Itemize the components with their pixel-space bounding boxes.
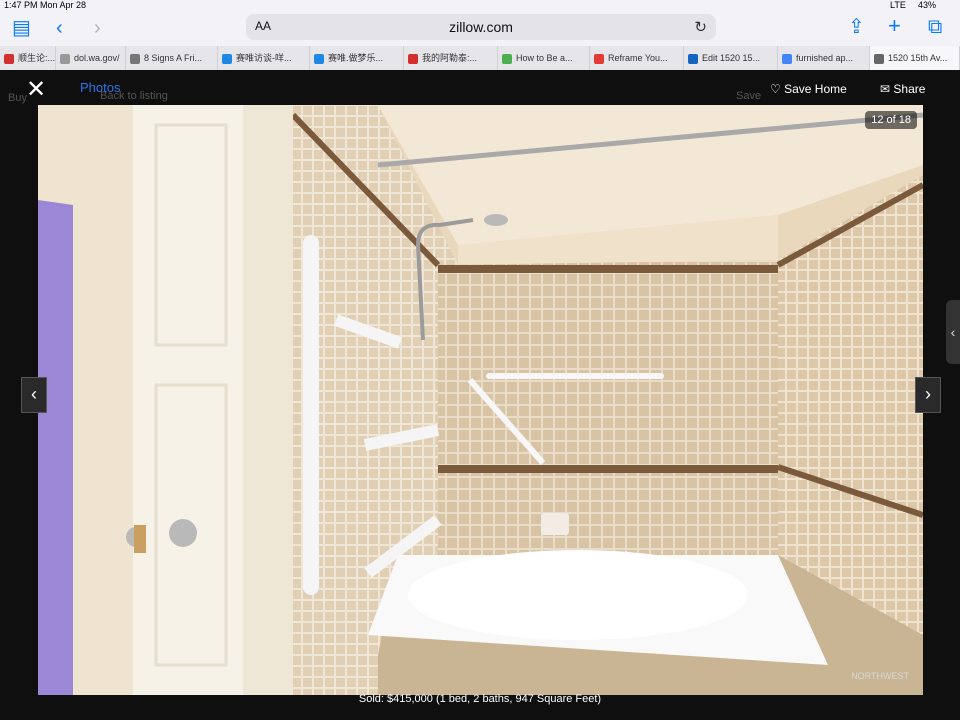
tab-item[interactable]: 赛唯.做梦乐...	[310, 46, 404, 70]
save-home-button[interactable]: ♡ Save Home	[770, 82, 847, 96]
tab-favicon-icon	[4, 53, 14, 64]
tab-favicon-icon	[314, 53, 324, 64]
photo-caption: Sold: $415,000 (1 bed, 2 baths, 947 Squa…	[358, 693, 602, 705]
tab-item[interactable]: 顺生论:...	[0, 46, 56, 70]
tab-item[interactable]: Edit 1520 15...	[684, 46, 778, 70]
listing-photo: 12 of 18 NORTHWEST	[38, 105, 923, 695]
status-battery: 43%	[918, 0, 937, 10]
tab-item[interactable]: dol.wa.gov/	[56, 46, 126, 70]
status-date: Mon Apr 28	[40, 0, 87, 10]
tab-favicon-icon	[222, 53, 232, 64]
tab-favicon-icon	[60, 53, 70, 64]
new-tab-icon[interactable]: +	[888, 15, 901, 37]
mls-watermark: NORTHWEST	[851, 671, 909, 681]
tabs-icon[interactable]: ⧉	[928, 17, 942, 37]
forward-icon: ›	[94, 17, 101, 39]
background-nav-text: Buy	[8, 92, 27, 104]
reload-icon[interactable]: ↻	[694, 18, 707, 36]
status-bar: 1:47 PM Mon Apr 28 LTE 43%	[0, 0, 960, 10]
photo-counter: 12 of 18	[865, 111, 917, 129]
tab-favicon-icon	[130, 53, 140, 64]
status-time: 1:47 PM	[4, 0, 38, 10]
back-icon[interactable]: ‹	[56, 18, 63, 38]
tab-item[interactable]: 我的阿勒泰:...	[404, 46, 498, 70]
tab-favicon-icon	[408, 53, 418, 64]
bathroom-photo-image	[38, 105, 923, 695]
tab-bar: 顺生论:... dol.wa.gov/ 8 Signs A Fri... 赛唯访…	[0, 46, 960, 71]
share-button[interactable]: ✉ Share	[880, 82, 925, 96]
tab-favicon-icon	[688, 53, 698, 64]
envelope-icon: ✉	[880, 82, 891, 96]
chevron-right-icon: ›	[925, 384, 931, 404]
chevron-left-icon: ‹	[31, 384, 37, 404]
tab-photos-label: Photos	[80, 80, 121, 95]
sidebar-icon[interactable]: ▤	[12, 18, 31, 38]
url-domain[interactable]: zillow.com	[246, 19, 716, 35]
tab-favicon-icon	[502, 53, 512, 64]
tab-item[interactable]: furnished ap...	[778, 46, 870, 70]
safari-toolbar: ▤ ‹ › AA zillow.com ↻ ⇪ + ⧉	[0, 10, 960, 46]
close-icon[interactable]: ✕	[26, 78, 46, 102]
heart-icon: ♡	[770, 82, 781, 96]
tab-item-active[interactable]: 1520 15th Av...	[870, 46, 960, 70]
next-photo-button[interactable]: ›	[915, 377, 941, 413]
background-save-text: Save	[736, 90, 762, 102]
tab-favicon-icon	[874, 53, 884, 64]
chevron-left-icon: ‹	[950, 324, 956, 340]
tab-favicon-icon	[594, 53, 604, 64]
share-icon[interactable]: ⇪	[848, 17, 865, 37]
tab-item[interactable]: Reframe You...	[590, 46, 684, 70]
tab-item[interactable]: 赛唯访谈-咩...	[218, 46, 310, 70]
tab-item[interactable]: 8 Signs A Fri...	[126, 46, 218, 70]
previous-photo-button[interactable]: ‹	[21, 377, 47, 413]
tab-item[interactable]: How to Be a...	[498, 46, 590, 70]
tab-favicon-icon	[782, 53, 792, 64]
tab-photos[interactable]: Photos	[80, 80, 140, 108]
side-panel-handle[interactable]: ‹	[946, 300, 960, 364]
address-bar[interactable]: AA zillow.com ↻	[246, 14, 716, 40]
status-network: LTE	[890, 0, 906, 10]
